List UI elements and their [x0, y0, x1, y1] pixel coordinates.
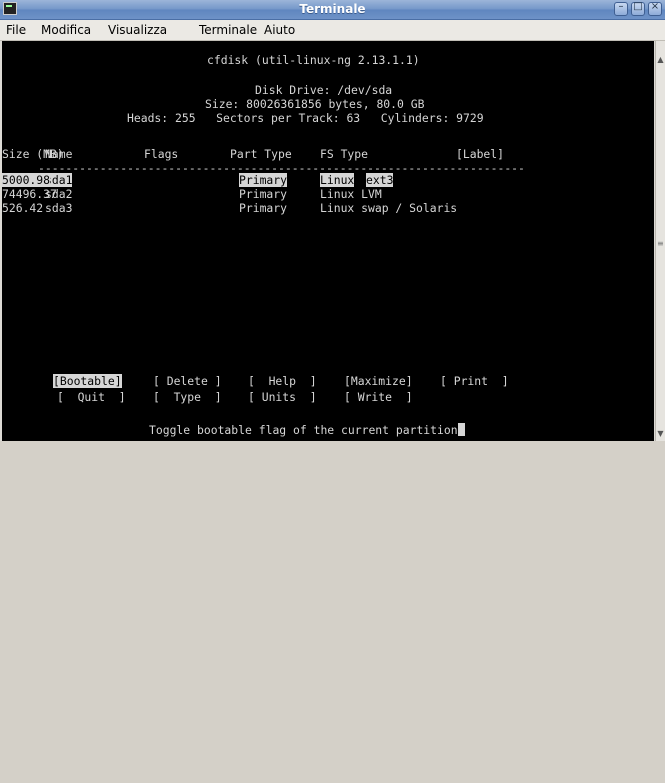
- title-bar[interactable]: Terminale – □ ×: [0, 0, 665, 20]
- maximize-partition-button[interactable]: [Maximize]: [344, 374, 413, 388]
- disk-size-line: Size: 80026361856 bytes, 80.0 GB: [205, 97, 425, 111]
- help-button[interactable]: [ Help ]: [248, 374, 317, 388]
- menu-file[interactable]: File: [6, 23, 26, 37]
- close-icon: ×: [650, 1, 660, 12]
- minimize-icon: –: [618, 1, 624, 12]
- write-button[interactable]: [ Write ]: [344, 390, 413, 404]
- partition-size: 74496.37: [2, 187, 57, 201]
- column-size: Size (MB): [2, 147, 64, 161]
- disk-drive-line: Disk Drive: /dev/sda: [255, 83, 393, 97]
- minimize-button[interactable]: –: [614, 1, 628, 16]
- delete-button[interactable]: [ Delete ]: [153, 374, 222, 388]
- scroll-up-icon[interactable]: ▲: [656, 55, 665, 65]
- maximize-icon: □: [633, 1, 643, 12]
- partition-size: 526.42: [2, 201, 44, 215]
- quit-button[interactable]: [ Quit ]: [57, 390, 126, 404]
- menu-visualizza[interactable]: Visualizza: [108, 23, 167, 37]
- disk-geometry-line: Heads: 255 Sectors per Track: 63 Cylinde…: [127, 111, 484, 125]
- menu-bar: File Modifica Visualizza Terminale Aiuto: [0, 20, 665, 41]
- status-message: Toggle bootable flag of the current part…: [149, 423, 458, 437]
- text-cursor: [457, 423, 465, 436]
- partition-row[interactable]: sda1 Primary Linux ext3 5000.98: [2, 173, 654, 349]
- close-button[interactable]: ×: [648, 1, 662, 16]
- units-button[interactable]: [ Units ]: [248, 390, 317, 404]
- partition-size: 5000.98: [2, 173, 51, 187]
- print-button[interactable]: [ Print ]: [440, 374, 509, 388]
- menu-aiuto[interactable]: Aiuto: [264, 23, 295, 37]
- vertical-scrollbar[interactable]: ▲ ≡ ▼: [655, 41, 665, 441]
- terminal-screen[interactable]: cfdisk (util-linux-ng 2.13.1.1) Disk Dri…: [2, 41, 654, 441]
- cfdisk-header: cfdisk (util-linux-ng 2.13.1.1): [207, 53, 420, 67]
- bootable-button[interactable]: [Bootable]: [53, 374, 122, 388]
- type-button[interactable]: [ Type ]: [153, 390, 222, 404]
- partition-row[interactable]: sda3 Primary Linux swap / Solaris 526.42: [2, 201, 654, 573]
- scrollbar-grip[interactable]: ≡: [657, 240, 664, 248]
- window-title: Terminale: [299, 2, 366, 16]
- scroll-down-icon[interactable]: ▼: [656, 429, 665, 439]
- terminal-window: Terminale – □ × File Modifica Visualizza…: [0, 0, 665, 441]
- maximize-button[interactable]: □: [631, 1, 645, 16]
- menu-modifica[interactable]: Modifica: [41, 23, 91, 37]
- menu-terminale[interactable]: Terminale: [199, 23, 257, 37]
